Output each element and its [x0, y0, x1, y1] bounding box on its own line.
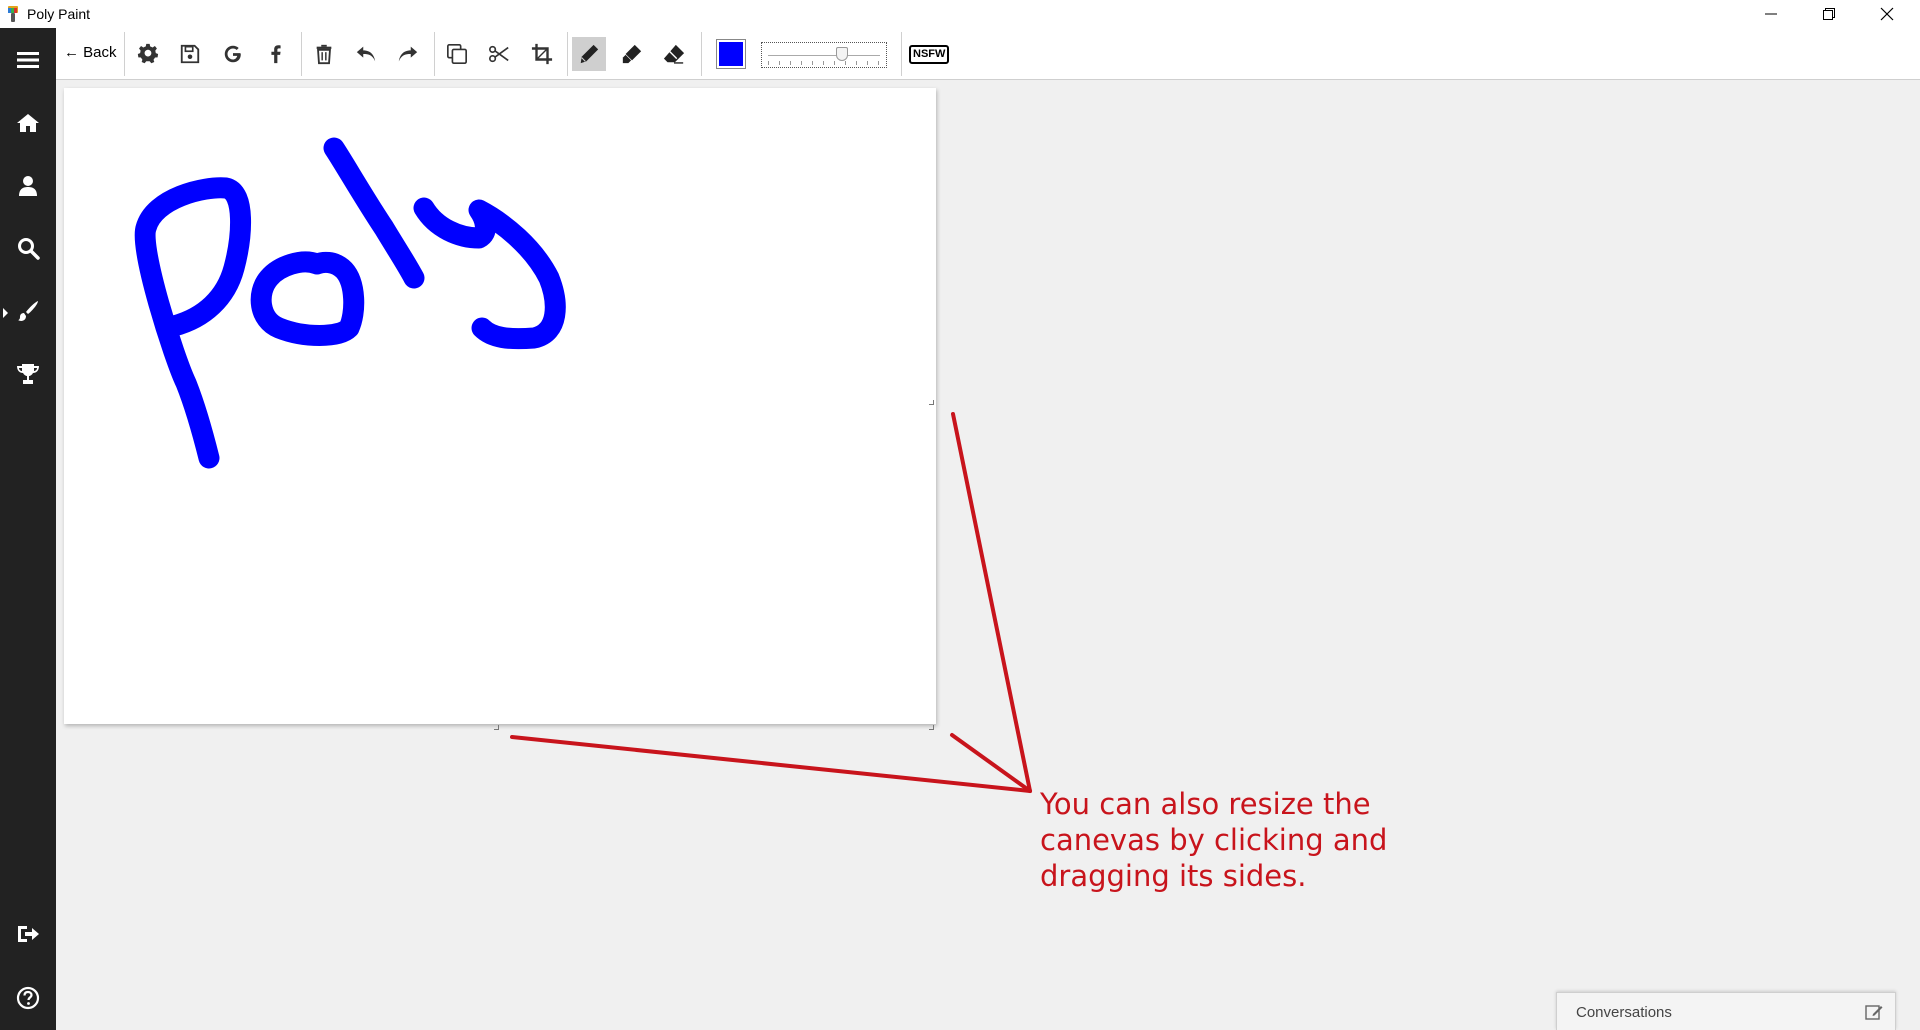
eraser-icon — [663, 44, 685, 64]
toolbar-divider — [901, 32, 902, 76]
resize-handle-bottom[interactable] — [494, 725, 499, 730]
crop-button[interactable] — [525, 37, 559, 71]
save-button[interactable] — [173, 37, 207, 71]
facebook-share-button[interactable] — [259, 37, 293, 71]
sidebar — [0, 28, 56, 1030]
annotation-text: You can also resize the canevas by click… — [1040, 787, 1388, 893]
redo-icon — [398, 46, 418, 62]
sidebar-item-logout[interactable] — [0, 908, 56, 960]
slider-track — [768, 55, 880, 56]
nsfw-toggle[interactable]: NSFW — [909, 45, 950, 64]
restore-button[interactable] — [1800, 0, 1858, 28]
sidebar-item-search[interactable] — [0, 222, 56, 274]
home-icon — [17, 114, 39, 132]
pencil-icon — [580, 44, 599, 64]
restore-icon — [1823, 8, 1835, 20]
conversations-label: Conversations — [1576, 1004, 1672, 1021]
settings-button[interactable] — [131, 37, 165, 71]
arrow-line-right — [951, 412, 1032, 793]
trash-icon — [316, 44, 332, 65]
color-picker[interactable] — [716, 39, 746, 69]
back-button[interactable]: ← Back — [64, 44, 117, 61]
arrow-line-corner — [950, 733, 1032, 793]
stroke-letter-p — [134, 177, 251, 469]
search-icon — [18, 238, 40, 260]
hamburger-icon — [17, 52, 39, 68]
google-icon — [224, 45, 241, 63]
sidebar-item-home[interactable] — [0, 97, 56, 149]
copy-icon — [447, 44, 467, 64]
canvas-strokes — [134, 137, 566, 469]
close-button[interactable] — [1858, 0, 1916, 28]
stroke-size-slider[interactable] — [761, 42, 887, 68]
arrow-line-bottom — [510, 735, 1032, 793]
stroke-letter-o — [250, 251, 365, 346]
brush-icon — [18, 301, 38, 321]
title-bar: Poly Paint — [0, 0, 1920, 28]
question-circle-icon — [16, 986, 40, 1010]
toolbar-divider — [567, 32, 568, 76]
toolbar-divider — [124, 32, 125, 76]
drawing-canvas[interactable] — [64, 88, 936, 730]
resize-handle-corner[interactable] — [929, 725, 934, 730]
gear-icon — [137, 43, 159, 64]
sidebar-item-achievements[interactable] — [0, 348, 56, 400]
stroke-letter-y — [413, 197, 566, 350]
facebook-icon — [271, 45, 281, 64]
edit-icon[interactable] — [1865, 1003, 1883, 1021]
undo-icon — [356, 46, 376, 62]
crop-icon — [531, 43, 553, 65]
sidebar-item-help[interactable] — [0, 972, 56, 1024]
user-icon — [19, 176, 37, 196]
sidebar-item-profile[interactable] — [0, 160, 56, 212]
toolbar-divider — [301, 32, 302, 76]
toolbar-divider — [434, 32, 435, 76]
window-title: Poly Paint — [27, 6, 91, 22]
floppy-disk-icon — [180, 44, 200, 64]
slider-thumb[interactable] — [836, 47, 849, 61]
toolbar: ← Back NSFW — [56, 28, 1920, 80]
delete-button[interactable] — [307, 37, 341, 71]
app-icon — [8, 6, 18, 22]
sign-out-icon — [18, 926, 39, 942]
minimize-button[interactable] — [1742, 0, 1800, 28]
trophy-icon — [17, 364, 39, 384]
eraser-tool-button[interactable] — [657, 37, 691, 71]
marker-icon — [622, 44, 642, 64]
toolbar-divider — [701, 32, 702, 76]
scissors-icon — [489, 45, 509, 63]
duplicate-button[interactable] — [440, 37, 474, 71]
sidebar-item-paint[interactable] — [0, 285, 56, 337]
slider-ticks — [768, 61, 880, 65]
close-icon — [1880, 7, 1894, 21]
conversations-panel[interactable]: Conversations — [1556, 992, 1896, 1030]
current-color-fill — [719, 42, 743, 66]
undo-button[interactable] — [349, 37, 383, 71]
cut-button[interactable] — [482, 37, 516, 71]
sidebar-menu-button[interactable] — [0, 34, 56, 86]
redo-button[interactable] — [391, 37, 425, 71]
marker-tool-button[interactable] — [615, 37, 649, 71]
google-share-button[interactable] — [216, 37, 250, 71]
pencil-tool-button[interactable] — [572, 37, 606, 71]
minimize-icon — [1765, 13, 1777, 15]
resize-handle-right[interactable] — [929, 400, 934, 405]
